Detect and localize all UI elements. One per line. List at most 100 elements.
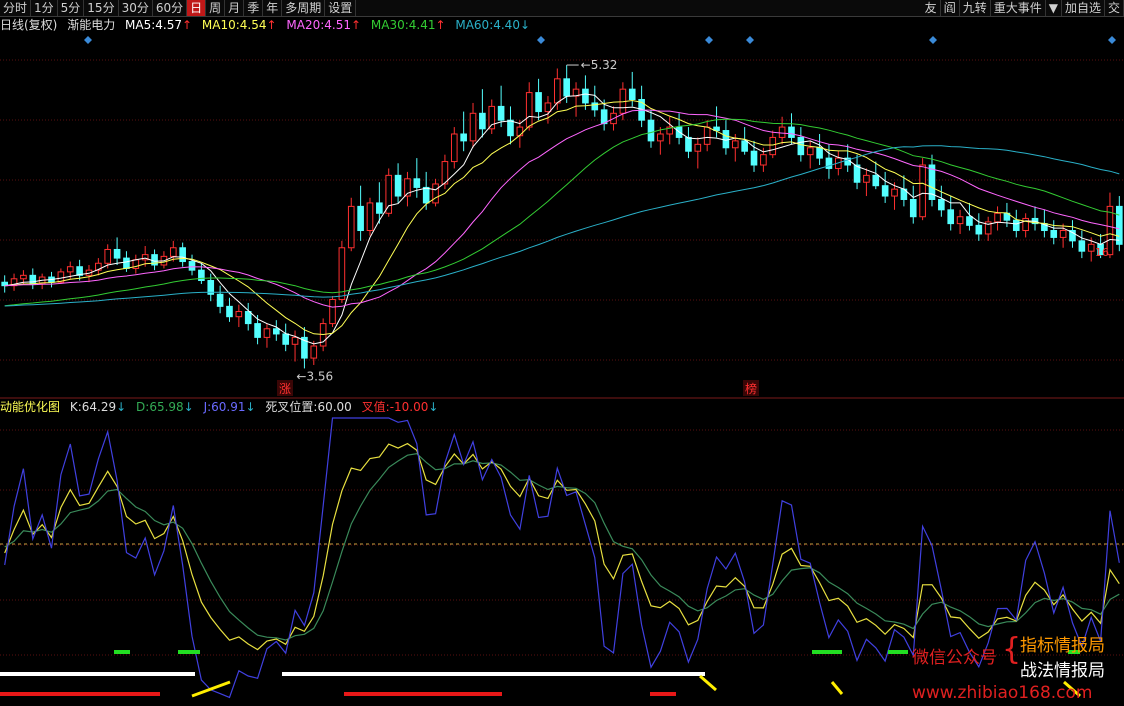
k-line xyxy=(4,442,1120,651)
candle xyxy=(657,127,664,155)
candle-body xyxy=(750,150,758,166)
candle xyxy=(975,213,983,241)
indicator-name[interactable]: 渐能电力 xyxy=(67,18,115,32)
candle-body xyxy=(366,202,374,232)
candle xyxy=(329,296,336,328)
yellow-signal-mark xyxy=(830,681,844,695)
watermark-brace: { xyxy=(1002,632,1022,667)
candle-body xyxy=(554,78,561,104)
candle xyxy=(198,263,205,284)
d-value: 65.98 xyxy=(149,400,184,414)
ma5-arrow: ↑ xyxy=(182,18,193,32)
candle-body xyxy=(460,133,467,142)
candle-body xyxy=(694,143,702,152)
watermark-url: www.zhibiao168.com xyxy=(912,683,1093,703)
candle xyxy=(572,82,580,117)
candle xyxy=(994,206,1001,231)
watermark-brand2: 战法情报局 xyxy=(1020,661,1105,681)
candle-body xyxy=(1116,205,1123,245)
candle-body xyxy=(226,305,233,318)
candle xyxy=(38,273,46,290)
candle xyxy=(703,120,711,152)
chart-title: 日线(复权) xyxy=(0,18,58,32)
candle-body xyxy=(816,147,823,159)
ma60-label: MA60: xyxy=(455,18,494,32)
cross-value: -10.00 xyxy=(389,400,429,414)
candle xyxy=(816,133,823,166)
ma10-label: MA10: xyxy=(201,18,240,32)
candle xyxy=(179,242,186,267)
candle-body xyxy=(582,88,589,104)
candle xyxy=(675,113,683,145)
candle xyxy=(863,168,870,197)
candle xyxy=(638,85,645,128)
candle xyxy=(226,297,233,322)
candle-body xyxy=(647,119,655,142)
candle xyxy=(273,320,280,341)
candle xyxy=(788,113,795,145)
candle xyxy=(525,82,533,131)
candle xyxy=(582,75,589,110)
candle-body xyxy=(188,261,196,271)
candle xyxy=(694,137,702,169)
candle xyxy=(722,120,730,155)
candle xyxy=(647,109,655,148)
marker-label: 榜 xyxy=(745,381,757,396)
candle xyxy=(1022,213,1029,238)
candle xyxy=(338,240,346,303)
candle-body xyxy=(244,311,252,325)
candle xyxy=(404,171,411,207)
candle-body xyxy=(628,88,636,101)
candle-body xyxy=(376,202,383,214)
marker-label: 涨 xyxy=(279,381,291,396)
candle-body xyxy=(394,174,402,197)
cross-arrow: ↓ xyxy=(428,400,439,414)
candle-body xyxy=(347,205,355,249)
yellow-signal-mark xyxy=(191,680,231,698)
candle-body xyxy=(535,92,542,113)
candle-body xyxy=(563,78,570,97)
candle xyxy=(282,323,289,352)
candle xyxy=(507,106,514,145)
candle xyxy=(938,185,945,217)
candle-body xyxy=(891,188,898,197)
ma20-value: 4.51 xyxy=(324,18,351,32)
candle xyxy=(113,237,121,265)
candle xyxy=(188,254,196,276)
candle-body xyxy=(938,198,945,211)
candle-body xyxy=(179,247,186,263)
candle-body xyxy=(479,112,486,130)
ma-info-bar: 日线(复权) 渐能电力 MA5:4.57↑ MA10:4.54↑ MA20:4.… xyxy=(0,17,536,33)
candle xyxy=(666,116,674,145)
candle-body xyxy=(469,112,477,142)
candle-body xyxy=(413,178,421,188)
yellow-signal-mark xyxy=(699,674,717,692)
candle-body xyxy=(235,311,243,318)
j-arrow: ↓ xyxy=(245,400,256,414)
candle-body xyxy=(20,274,27,280)
candle xyxy=(1031,206,1039,231)
candle-body xyxy=(657,133,664,142)
candle-body xyxy=(282,333,289,345)
ma20-arrow: ↑ xyxy=(350,18,362,32)
candle-body xyxy=(947,209,955,225)
candle xyxy=(844,144,851,172)
candle xyxy=(347,197,355,252)
candle xyxy=(778,116,786,145)
chart-canvas[interactable]: ←5.32 ←3.56 16 涨 榜 xyxy=(0,0,1124,706)
ma5-value: 4.57 xyxy=(155,18,183,32)
event-diamond-icon xyxy=(537,36,545,44)
kdj-title[interactable]: 动能优化图 xyxy=(0,400,60,414)
candle-body xyxy=(975,224,983,235)
grid-lines xyxy=(0,59,1124,656)
candle-body xyxy=(66,266,74,273)
d-label: D: xyxy=(136,400,150,414)
candle xyxy=(394,163,402,203)
candle xyxy=(450,127,458,169)
candle-body xyxy=(872,174,880,187)
candle-body xyxy=(1050,230,1058,238)
candle-body xyxy=(994,212,1001,223)
watermark-wechat: 微信公众号 xyxy=(912,648,997,668)
candle xyxy=(535,78,542,121)
candle-body xyxy=(1078,240,1086,252)
